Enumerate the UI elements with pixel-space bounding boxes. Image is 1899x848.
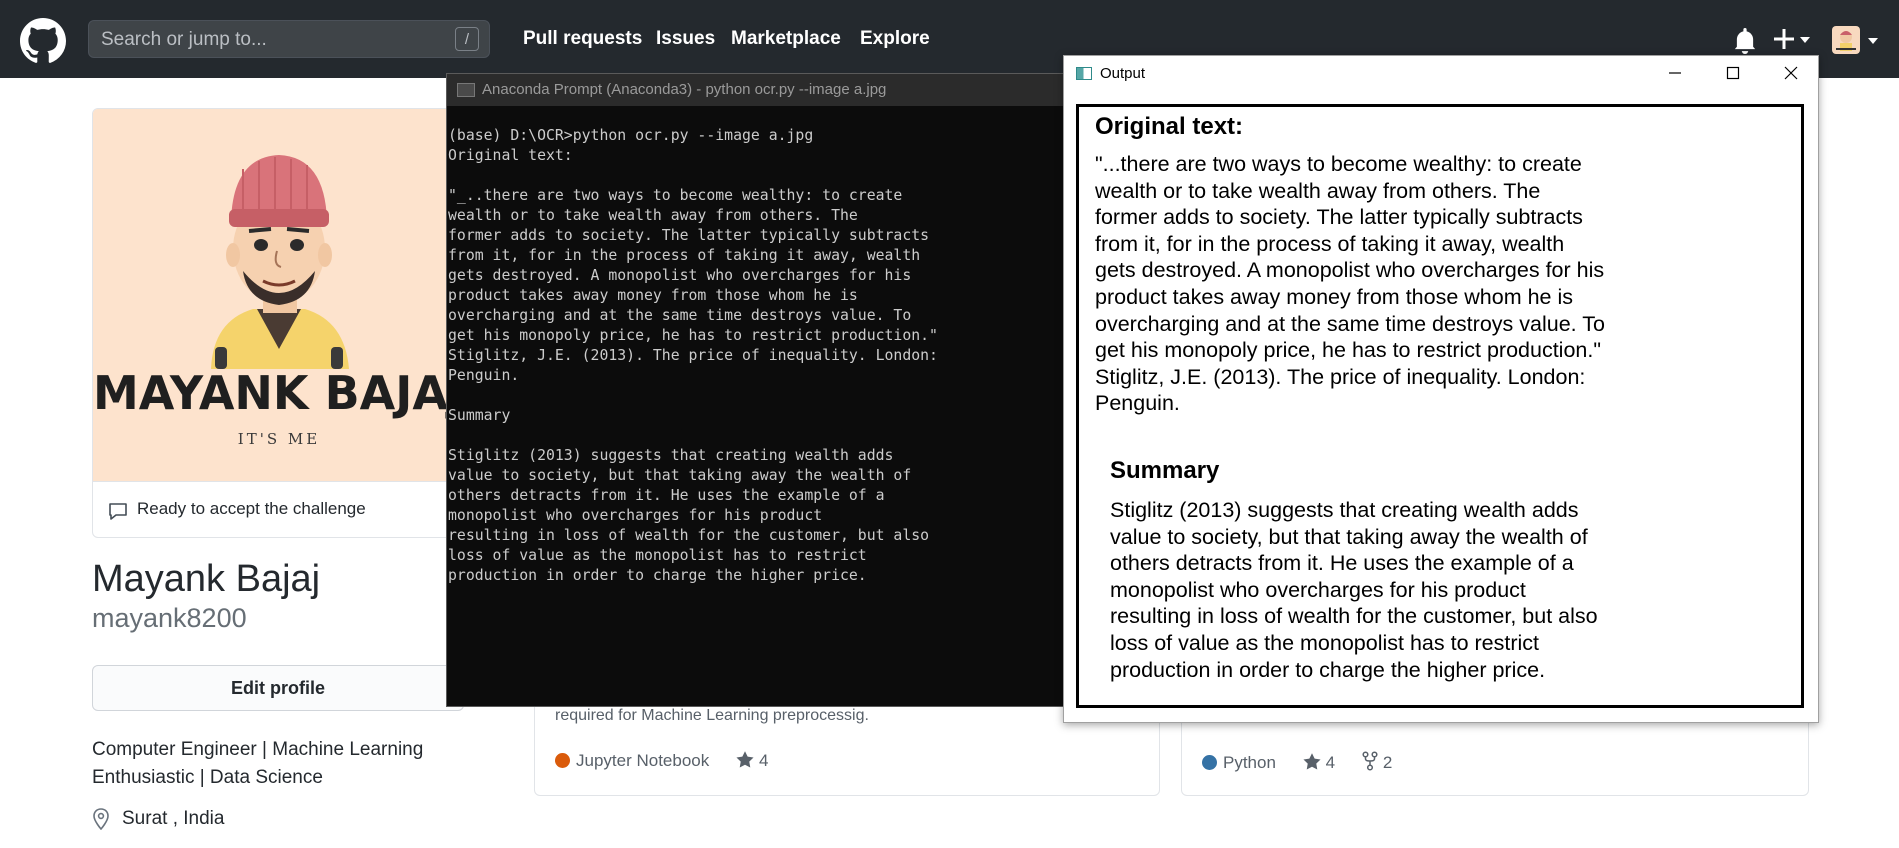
plus-icon[interactable] [1774,26,1814,52]
speech-bubble-icon [109,503,127,520]
output-summary-heading: Summary [1110,457,1220,484]
terminal-app-icon [457,83,475,97]
nav-explore[interactable]: Explore [860,28,930,50]
search-shortcut-key: / [455,27,479,51]
profile-card: MAYANK BAJAJ IT'S ME Ready to accept the… [92,108,466,538]
repo-meta: Python 4 2 [1202,751,1414,773]
language-name: Python [1223,753,1276,772]
repo-language: Python [1202,753,1276,773]
output-heading: Original text: [1095,113,1244,140]
output-window[interactable]: Output Original text: "...there are two … [1063,55,1819,723]
language-name: Jupyter Notebook [576,751,710,770]
image-window-icon [1076,67,1092,80]
profile-status[interactable]: Ready to accept the challenge [93,481,465,537]
status-text: Ready to accept the challenge [137,499,366,518]
language-color-dot [555,753,570,768]
close-icon[interactable] [1762,56,1820,90]
terminal-window[interactable]: Anaconda Prompt (Anaconda3) - python ocr… [447,74,1065,706]
avatar-title-text: MAYANK BAJAJ [93,366,465,420]
nav-marketplace[interactable]: Marketplace [731,28,841,50]
profile-avatar[interactable]: MAYANK BAJAJ IT'S ME [93,109,465,481]
nav-pull-requests[interactable]: Pull requests [523,28,642,50]
repo-meta: Jupyter Notebook 4 [555,751,790,773]
output-summary-text: Stiglitz (2013) suggests that creating w… [1110,498,1598,682]
search-input[interactable] [99,21,443,59]
bell-icon[interactable] [1732,28,1758,54]
profile-name: Mayank Bajaj [92,558,321,600]
fork-count: 2 [1382,753,1393,772]
location-pin-icon [93,808,109,830]
edit-profile-button[interactable]: Edit profile [92,665,464,711]
language-color-dot [1202,755,1217,770]
repo-stars[interactable]: 4 [1303,753,1335,773]
profile-username: mayank8200 [92,603,247,633]
output-image: Original text: "...there are two ways to… [1076,104,1804,708]
repo-stars[interactable]: 4 [736,751,768,771]
terminal-output[interactable]: (base) D:\OCR>python ocr.py --image a.jp… [448,126,1058,586]
output-window-title: Output [1100,65,1146,82]
avatar-tagline-text: IT'S ME [238,430,320,448]
star-icon [736,751,754,768]
star-count: 4 [1325,753,1336,772]
star-count: 4 [758,751,769,770]
search-box[interactable]: / [88,20,490,59]
repo-description: required for Machine Learning preprocess… [555,707,869,724]
terminal-title: Anaconda Prompt (Anaconda3) - python ocr… [482,81,887,98]
output-titlebar[interactable]: Output [1064,56,1818,92]
avatar[interactable] [1832,26,1860,54]
minimize-icon[interactable] [1646,56,1704,90]
location-text: Surat , India [122,808,225,829]
profile-bio: Computer Engineer | Machine Learning Ent… [92,739,424,788]
github-mark-icon[interactable] [20,18,66,64]
fork-icon [1362,751,1378,771]
nav-issues[interactable]: Issues [656,28,715,50]
avatar-dropdown-caret-icon[interactable] [1868,38,1878,44]
output-original-text: "...there are two ways to become wealthy… [1095,152,1605,416]
repo-forks[interactable]: 2 [1362,751,1392,773]
star-icon [1303,753,1321,770]
terminal-titlebar[interactable]: Anaconda Prompt (Anaconda3) - python ocr… [447,74,1065,106]
repo-language: Jupyter Notebook [555,751,709,771]
maximize-icon[interactable] [1704,56,1762,90]
